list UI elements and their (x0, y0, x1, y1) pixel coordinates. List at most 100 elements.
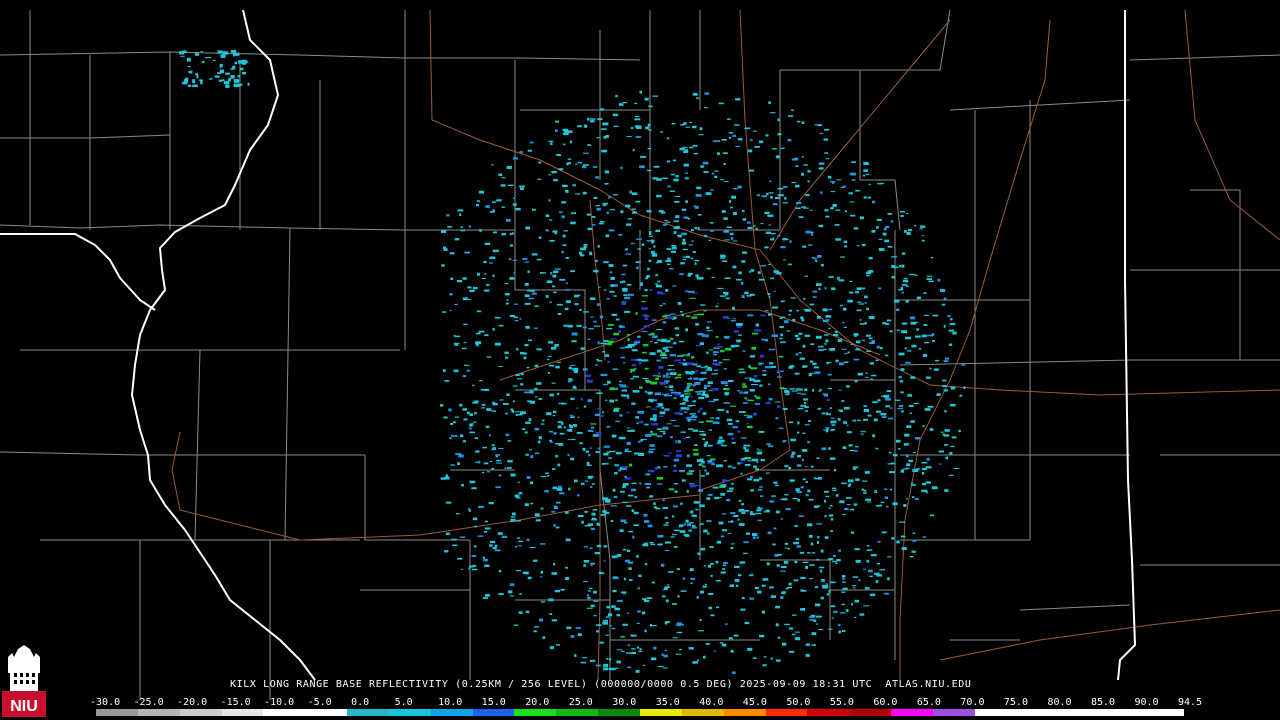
echo-pixel (565, 190, 569, 193)
echo-pixel (674, 196, 681, 197)
echo-pixel (899, 380, 904, 383)
echo-pixel (501, 206, 506, 208)
echo-pixel (739, 411, 746, 413)
echo-pixel (595, 176, 600, 179)
echo-pixel (639, 165, 645, 169)
echo-pixel (644, 629, 647, 633)
echo-pixel (651, 319, 657, 321)
echo-pixel (681, 146, 688, 148)
echo-pixel (696, 365, 702, 368)
echo-pixel (492, 327, 495, 331)
echo-pixel (576, 494, 580, 497)
echo-pixel (634, 343, 638, 346)
echo-pixel (792, 633, 796, 636)
echo-pixel (951, 436, 957, 439)
echo-pixel (631, 402, 636, 405)
echo-pixel (842, 575, 846, 578)
echo-pixel (639, 648, 642, 651)
echo-pixel (693, 377, 699, 380)
echo-pixel (487, 471, 491, 473)
echo-pixel (726, 410, 729, 414)
echo-pixel (703, 529, 708, 533)
echo-pixel (602, 204, 607, 207)
echo-pixel (708, 239, 712, 241)
echo-pixel (915, 437, 921, 440)
echo-pixel (708, 444, 713, 447)
echo-pixel (892, 502, 898, 506)
echo-pixel (865, 173, 870, 175)
echo-pixel (655, 274, 658, 277)
echo-pixel (754, 403, 760, 405)
echo-pixel (802, 344, 806, 348)
echo-pixel (722, 260, 728, 262)
echo-pixel (538, 161, 542, 164)
echo-pixel (449, 309, 452, 312)
echo-pixel (687, 388, 694, 392)
echo-pixel (683, 533, 686, 536)
echo-pixel (830, 518, 834, 521)
echo-pixel (700, 475, 705, 477)
echo-pixel (615, 318, 620, 321)
echo-pixel (601, 149, 608, 153)
colorbar-segment (472, 709, 515, 716)
echo-pixel (664, 516, 668, 519)
echo-pixel (841, 348, 847, 350)
echo-pixel (916, 328, 919, 331)
echo-pixel (832, 487, 837, 490)
echo-pixel (233, 52, 240, 56)
echo-pixel (737, 390, 740, 392)
echo-pixel (755, 323, 759, 327)
echo-pixel (834, 469, 836, 472)
echo-pixel (718, 361, 723, 364)
echo-pixel (728, 132, 734, 134)
echo-pixel (938, 463, 942, 465)
echo-pixel (868, 569, 873, 573)
echo-pixel (604, 170, 610, 174)
echo-pixel (831, 617, 834, 619)
echo-pixel (711, 463, 715, 466)
echo-pixel (692, 125, 697, 129)
echo-pixel (524, 343, 529, 347)
echo-pixel (787, 138, 792, 142)
echo-pixel (548, 174, 552, 176)
echo-pixel (596, 630, 600, 633)
echo-pixel (469, 510, 472, 512)
echo-pixel (627, 338, 630, 342)
echo-pixel (551, 382, 556, 384)
echo-pixel (812, 296, 817, 298)
echo-pixel (637, 335, 641, 338)
echo-pixel (731, 437, 735, 440)
echo-pixel (782, 408, 788, 410)
echo-pixel (725, 388, 730, 391)
echo-pixel (527, 400, 532, 403)
echo-pixel (808, 420, 812, 422)
echo-pixel (866, 559, 869, 563)
echo-pixel (579, 251, 583, 255)
echo-pixel (739, 561, 746, 564)
echo-pixel (921, 239, 925, 242)
echo-pixel (539, 576, 543, 578)
echo-pixel (570, 221, 576, 225)
echo-pixel (484, 388, 490, 391)
echo-pixel (589, 297, 596, 300)
echo-pixel (720, 349, 725, 353)
echo-pixel (779, 570, 786, 572)
echo-pixel (621, 650, 625, 653)
echo-pixel (777, 194, 784, 197)
echo-pixel (631, 242, 635, 245)
echo-pixel (673, 458, 679, 462)
echo-pixel (622, 483, 629, 486)
echo-pixel (598, 572, 605, 575)
echo-pixel (484, 334, 489, 337)
echo-pixel (813, 477, 816, 479)
echo-pixel (874, 572, 880, 575)
echo-pixel (787, 115, 794, 117)
echo-pixel (584, 510, 588, 513)
echo-pixel (828, 507, 831, 509)
echo-pixel (706, 326, 710, 329)
echo-pixel (453, 369, 459, 373)
echo-pixel (494, 342, 501, 346)
echo-pixel (445, 501, 452, 504)
echo-pixel (744, 449, 749, 452)
echo-pixel (777, 553, 782, 556)
